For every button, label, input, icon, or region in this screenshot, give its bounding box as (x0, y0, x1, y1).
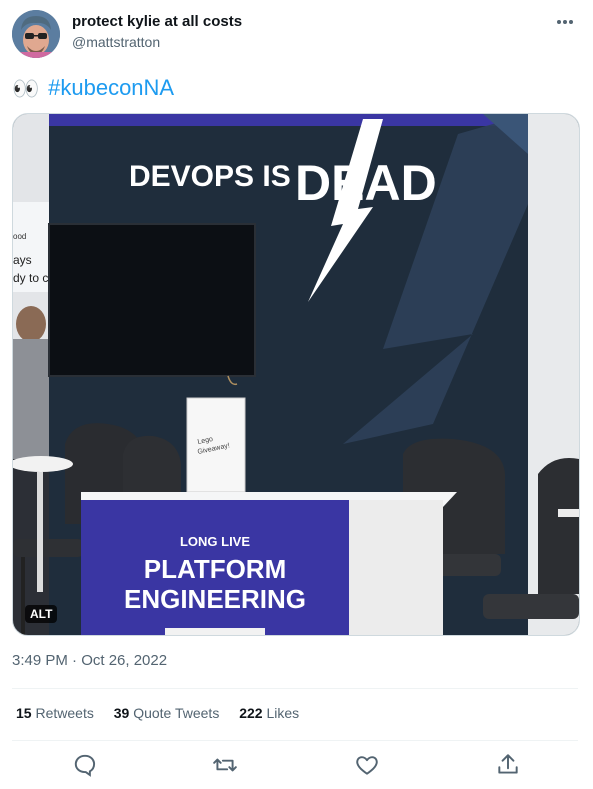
svg-text:DEVOPS IS: DEVOPS IS (129, 160, 291, 193)
svg-text:LONG LIVE: LONG LIVE (180, 534, 250, 549)
heart-icon[interactable] (354, 752, 380, 778)
author-name[interactable]: protect kylie at all costs (72, 13, 242, 30)
likes-stat[interactable]: 222 Likes (239, 705, 299, 721)
retweets-label: Retweets (35, 705, 94, 721)
retweet-icon[interactable] (212, 752, 238, 778)
avatar[interactable] (12, 10, 60, 58)
quotes-count: 39 (113, 705, 130, 721)
divider (12, 740, 578, 741)
svg-text:ays: ays (13, 253, 32, 267)
retweets-stat[interactable]: 15 Retweets (16, 705, 94, 721)
more-icon[interactable] (552, 10, 578, 34)
likes-count: 222 (239, 705, 263, 721)
reply-icon[interactable] (72, 752, 98, 778)
retweets-count: 15 (16, 705, 32, 721)
alt-badge[interactable]: ALT (25, 605, 58, 623)
action-bar (12, 748, 578, 782)
quotes-label: Quote Tweets (133, 705, 220, 721)
tweet-text: 👀 #kubeconNA (12, 73, 174, 104)
tweet-photo[interactable]: ood ays dy to co DEVOPS IS DEAD Lego Giv… (12, 113, 580, 636)
svg-text:ood: ood (13, 232, 26, 241)
tweet-header: protect kylie at all costs @mattstratton (12, 8, 582, 64)
share-icon[interactable] (495, 752, 521, 778)
svg-text:ENGINEERING: ENGINEERING (124, 584, 306, 614)
likes-label: Likes (266, 705, 300, 721)
author-handle[interactable]: @mattstratton (72, 34, 160, 50)
eyes-emoji: 👀 (12, 76, 40, 102)
hashtag-link[interactable]: #kubeconNA (48, 75, 174, 100)
engagement-stats: 15 Retweets 39 Quote Tweets 222 Likes (16, 705, 315, 721)
quote-tweets-stat[interactable]: 39 Quote Tweets (114, 705, 220, 721)
tweet-timestamp[interactable]: 3:49 PM · Oct 26, 2022 (12, 652, 167, 669)
svg-text:PLATFORM: PLATFORM (144, 554, 287, 584)
divider (12, 688, 578, 689)
